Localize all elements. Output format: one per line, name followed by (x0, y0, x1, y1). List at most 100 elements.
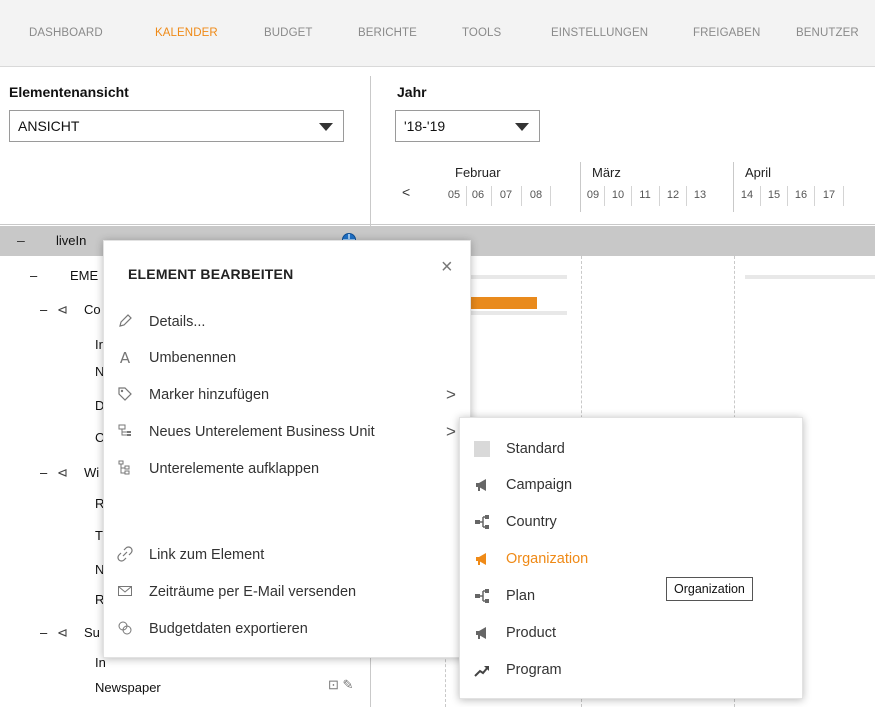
tooltip: Organization (666, 577, 753, 601)
week-label: 10 (611, 189, 625, 201)
tree-item[interactable]: Ir (95, 337, 103, 352)
week-divider (787, 186, 788, 206)
submenu-item-label: Plan (506, 588, 536, 604)
export-icon (116, 620, 134, 638)
chevron-right-icon: > (446, 422, 456, 441)
submenu-item-label: Organization (506, 551, 589, 567)
tab-budget[interactable]: BUDGET (264, 27, 313, 39)
megaphone-icon (474, 551, 492, 569)
tab-einstellungen[interactable]: EINSTELLUNGEN (551, 27, 648, 39)
tree-item[interactable]: Newspaper (95, 680, 161, 695)
submenu-item-product[interactable]: Product (460, 622, 802, 648)
pencil-icon (116, 313, 134, 331)
month-label: April (745, 165, 772, 180)
context-menu-title: ELEMENT BEARBEITEN (128, 266, 294, 282)
menu-item-label: Budgetdaten exportieren (149, 621, 308, 637)
week-divider (814, 186, 815, 206)
tree-root-label: liveIn (56, 233, 87, 248)
attachment-icon[interactable]: ✎ (343, 677, 354, 692)
month-label: Februar (455, 165, 501, 180)
tree-item[interactable]: T (95, 528, 103, 543)
tree-toggle[interactable]: – (40, 465, 47, 480)
week-divider (843, 186, 844, 206)
menu-item-details[interactable]: Details... (104, 311, 470, 337)
tree-item[interactable]: Su (84, 625, 100, 640)
tree-item[interactable]: EME (70, 268, 98, 283)
week-divider (604, 186, 605, 206)
submenu-item-standard[interactable]: Standard (460, 438, 802, 464)
chevron-down-icon (319, 123, 333, 131)
tab-kalender[interactable]: KALENDER (155, 27, 218, 39)
tab-dashboard[interactable]: DASHBOARD (29, 27, 103, 39)
top-navigation: DASHBOARD KALENDER BUDGET BERICHTE TOOLS… (0, 0, 875, 67)
context-menu: ELEMENT BEARBEITEN × Details... A Umbene… (103, 240, 471, 658)
megaphone-icon (474, 625, 492, 643)
week-label: 11 (639, 189, 651, 201)
menu-item-label: Neues Unterelement Business Unit (149, 424, 375, 440)
week-divider (659, 186, 660, 206)
chevron-down-icon (515, 123, 529, 131)
chevron-right-icon: > (446, 385, 456, 404)
week-label: 16 (794, 189, 808, 201)
submenu-business-unit: Standard Campaign Country Organization P… (459, 417, 803, 699)
submenu-item-label: Product (506, 625, 556, 641)
hierarchy-icon: ⊲ (57, 625, 68, 640)
collapse-toggle[interactable]: – (17, 232, 25, 248)
add-element-icon[interactable]: ⊡ (328, 677, 339, 692)
close-icon[interactable]: × (441, 256, 453, 279)
menu-item-label: Unterelemente aufklappen (149, 461, 320, 477)
menu-item-label: Umbenennen (149, 350, 237, 366)
square-icon (474, 441, 492, 459)
year-select[interactable]: '18-'19 (395, 110, 540, 142)
menu-item-expand-subelements[interactable]: Unterelemente aufklappen (104, 458, 470, 484)
week-label: 14 (740, 189, 754, 201)
week-divider (491, 186, 492, 206)
menu-item-email[interactable]: Zeiträume per E-Mail versenden (104, 581, 470, 607)
menu-item-add-marker[interactable]: Marker hinzufügen > (104, 384, 470, 410)
expand-tree-icon (116, 460, 134, 478)
timeline-prev-button[interactable]: < (402, 184, 410, 200)
submenu-item-organization[interactable]: Organization (460, 548, 802, 574)
tab-benutzer[interactable]: BENUTZER (796, 27, 859, 39)
submenu-item-campaign[interactable]: Campaign (460, 474, 802, 500)
submenu-item-label: Program (506, 662, 562, 678)
week-label: 13 (693, 189, 707, 201)
tab-berichte[interactable]: BERICHTE (358, 27, 417, 39)
gantt-bar[interactable] (745, 275, 875, 279)
week-divider (686, 186, 687, 206)
week-label: 15 (767, 189, 781, 201)
menu-item-link[interactable]: Link zum Element (104, 544, 470, 570)
month-label: März (592, 165, 621, 180)
week-label: 07 (499, 189, 513, 201)
trend-icon (474, 662, 492, 680)
menu-item-export[interactable]: Budgetdaten exportieren (104, 618, 470, 644)
submenu-item-program[interactable]: Program (460, 659, 802, 685)
megaphone-icon (474, 477, 492, 495)
week-divider (760, 186, 761, 206)
hierarchy-add-icon (116, 423, 134, 441)
submenu-item-label: Country (506, 514, 557, 530)
menu-item-rename[interactable]: A Umbenennen (104, 347, 470, 373)
element-view-value: ANSICHT (18, 118, 80, 134)
header-divider (0, 224, 875, 225)
week-label: 08 (529, 189, 543, 201)
element-view-select[interactable]: ANSICHT (9, 110, 344, 142)
submenu-item-label: Standard (506, 441, 565, 457)
week-label: 09 (586, 189, 600, 201)
year-value: '18-'19 (404, 118, 446, 134)
submenu-item-country[interactable]: Country (460, 511, 802, 537)
tree-toggle[interactable]: – (40, 625, 47, 640)
row-action-icons[interactable]: ⊡ ✎ (328, 677, 353, 693)
year-label: Jahr (397, 84, 427, 100)
tree-item[interactable]: Co (84, 302, 101, 317)
tab-freigaben[interactable]: FREIGABEN (693, 27, 760, 39)
hierarchy-icon (474, 514, 492, 532)
menu-item-new-subelement[interactable]: Neues Unterelement Business Unit > (104, 421, 470, 447)
tree-item[interactable]: Wi (84, 465, 99, 480)
menu-item-label: Link zum Element (149, 547, 265, 563)
tree-toggle[interactable]: – (30, 268, 37, 283)
tree-toggle[interactable]: – (40, 302, 47, 317)
tab-tools[interactable]: TOOLS (462, 27, 501, 39)
element-view-label: Elementenansicht (9, 84, 129, 100)
week-divider (521, 186, 522, 206)
